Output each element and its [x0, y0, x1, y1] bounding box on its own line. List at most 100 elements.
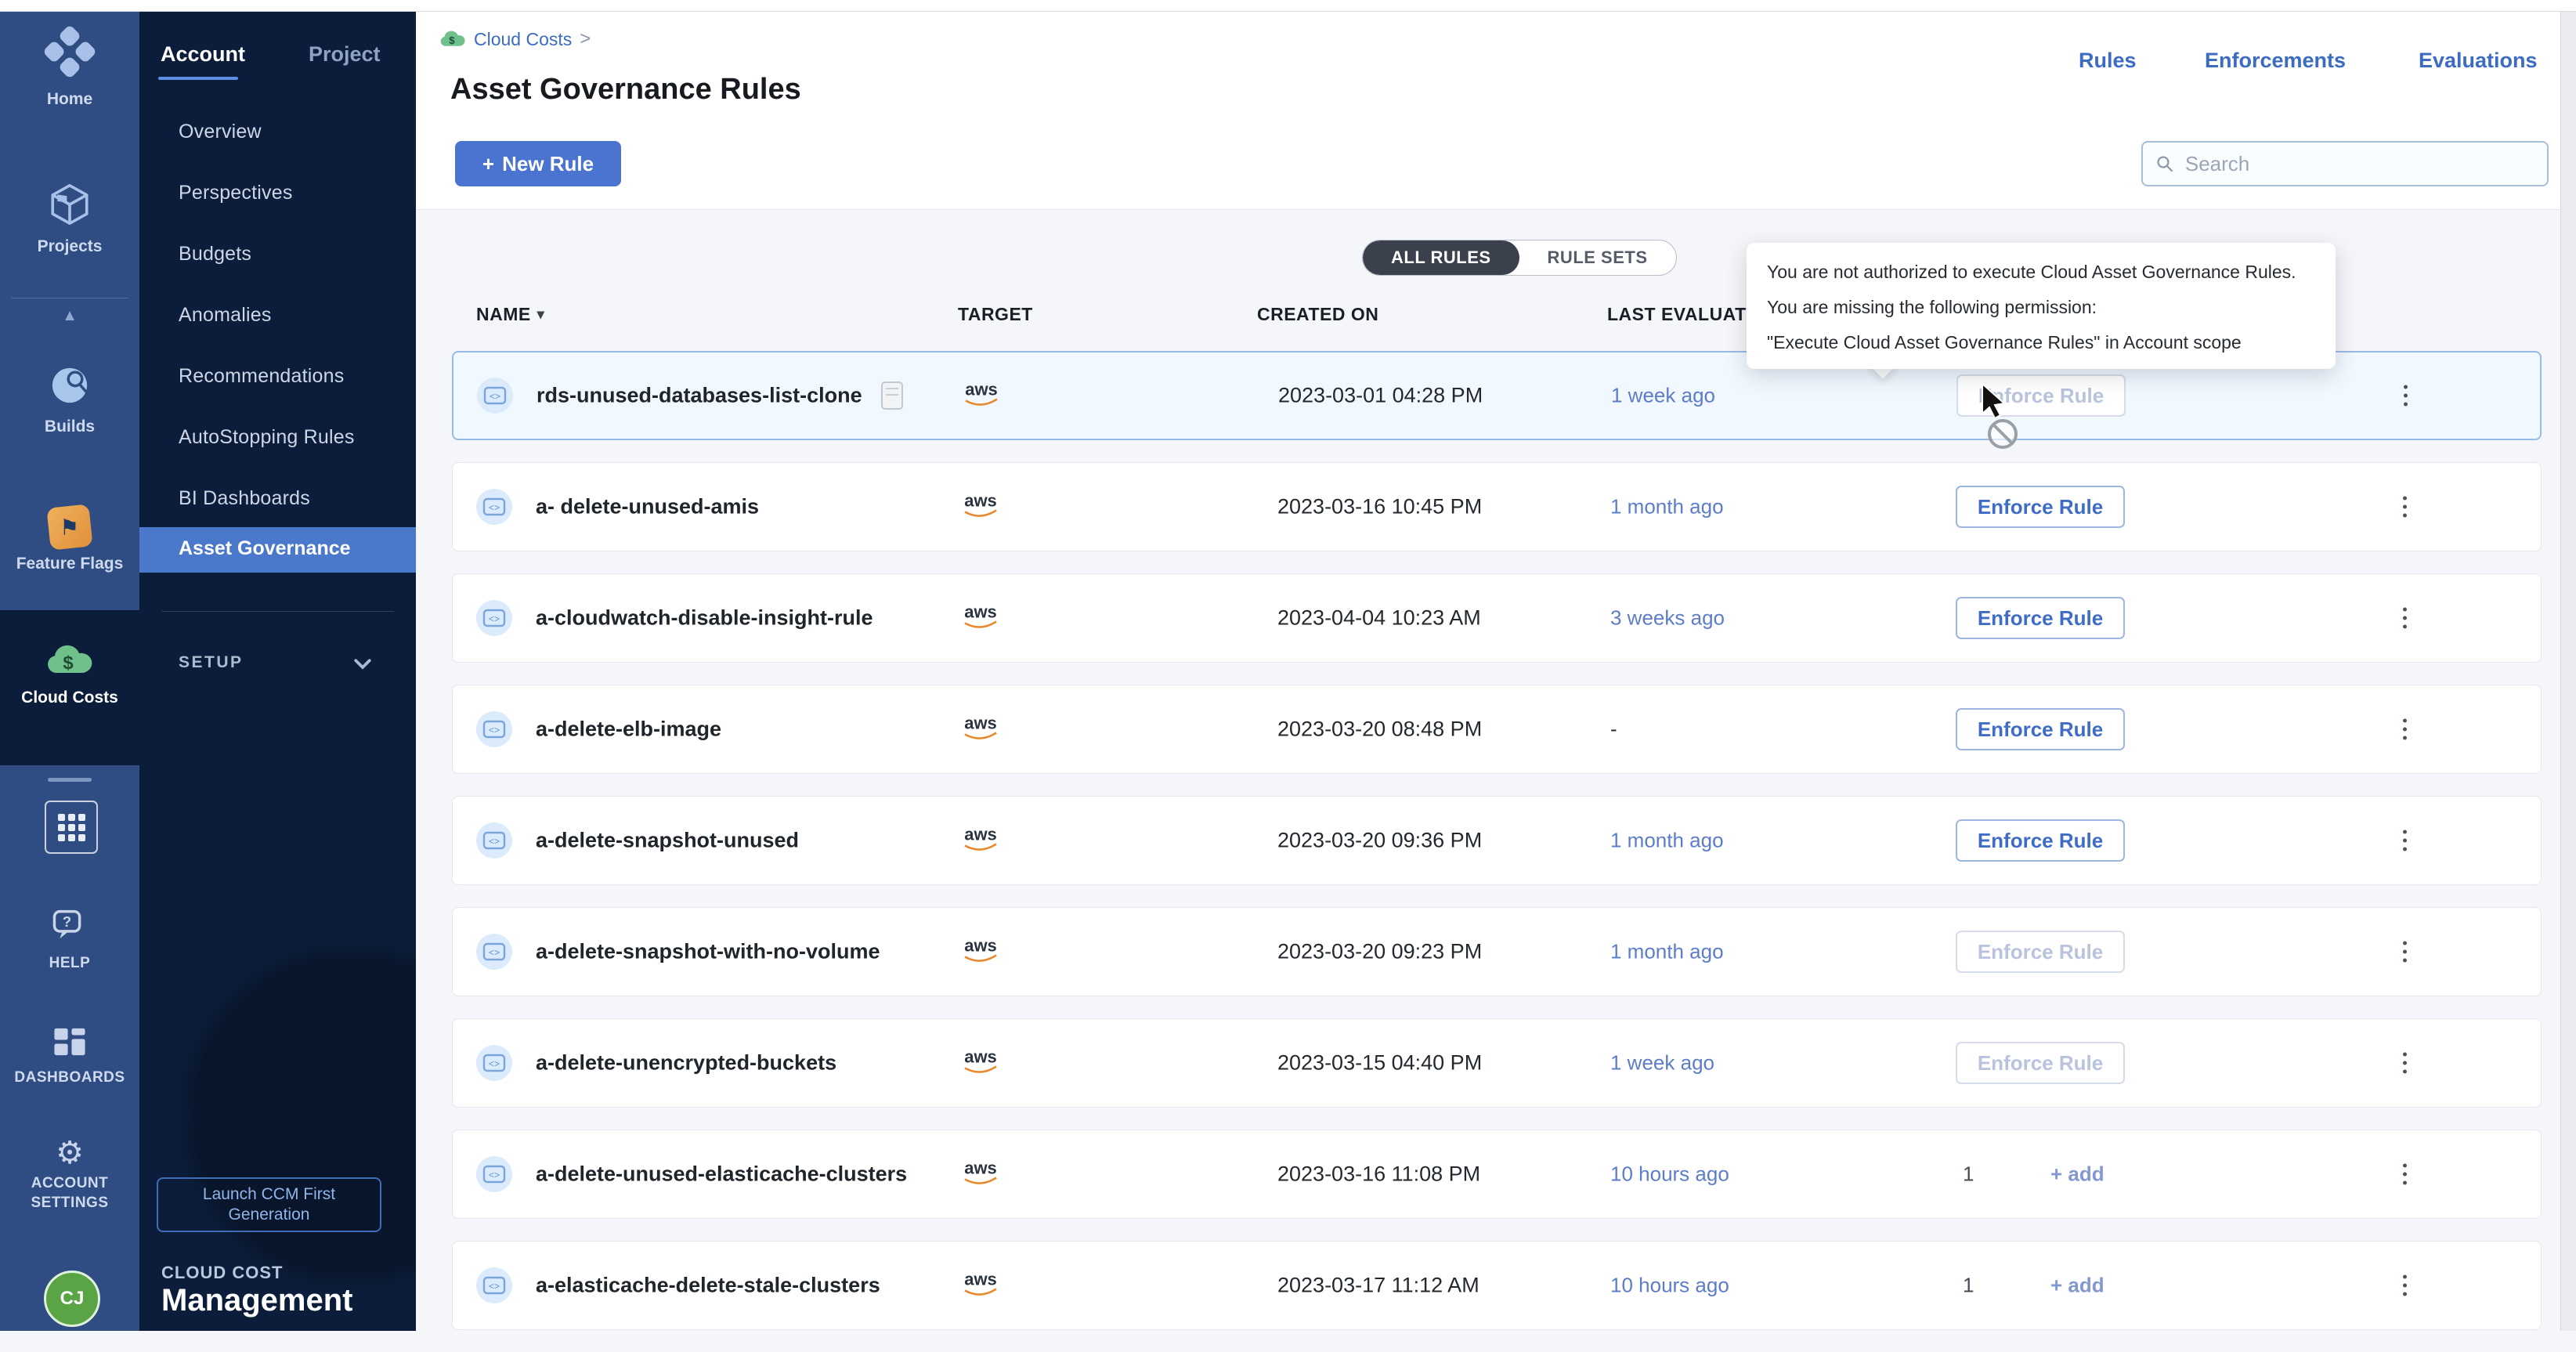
add-enforcement-link[interactable]: + add [2050, 1274, 2105, 1298]
kebab-menu[interactable] [2398, 1048, 2412, 1079]
sidebar-item-perspectives[interactable]: Perspectives [179, 182, 293, 204]
sidebar-item-projects[interactable]: Projects [0, 182, 139, 256]
kebab-menu[interactable] [2398, 1159, 2412, 1190]
sidebar-item-label: ACCOUNT SETTINGS [19, 1173, 121, 1213]
table-row[interactable]: <> a-cloudwatch-disable-insight-rule aws… [452, 573, 2542, 663]
launch-ccm-first-gen-button[interactable]: Launch CCM First Generation [157, 1177, 381, 1232]
sidebar-item-overview[interactable]: Overview [179, 121, 262, 143]
rule-name[interactable]: a-elasticache-delete-stale-clusters [536, 1274, 880, 1298]
cloud-costs-icon: $ [45, 642, 94, 678]
toggle-all-rules[interactable]: ALL RULES [1363, 240, 1519, 275]
rule-icon: <> [477, 378, 513, 414]
sidebar-item-recommendations[interactable]: Recommendations [179, 365, 344, 388]
last-evaluation[interactable]: 3 weeks ago [1610, 606, 1725, 631]
scrollbar-track[interactable] [2560, 11, 2576, 1331]
kebab-menu[interactable] [2398, 937, 2412, 967]
rule-name[interactable]: a-delete-unencrypted-buckets [536, 1051, 836, 1075]
last-evaluation[interactable]: 1 week ago [1610, 1051, 1714, 1075]
enforce-rule-button[interactable]: Enforce Rule [1956, 1042, 2125, 1084]
sidebar-item-budgets[interactable]: Budgets [179, 243, 251, 266]
aws-icon: aws [959, 601, 1003, 636]
collapse-arrow-icon[interactable]: ▲ [0, 307, 139, 325]
svg-text:<>: <> [489, 725, 500, 736]
rule-name[interactable]: a-delete-snapshot-with-no-volume [536, 940, 880, 964]
last-evaluation[interactable]: 1 month ago [1610, 940, 1724, 964]
rule-icon: <> [476, 600, 512, 636]
tab-account[interactable]: Account [161, 42, 245, 67]
table-row[interactable]: <> a-delete-unused-elasticache-clusters … [452, 1130, 2542, 1219]
table-row[interactable]: <> a-elasticache-delete-stale-clusters a… [452, 1241, 2542, 1330]
toolbar: + New Rule [416, 117, 2576, 210]
rail-drag-handle[interactable] [48, 778, 92, 782]
enforce-rule-button[interactable]: Enforce Rule [1956, 597, 2125, 639]
sidebar-item-label: HELP [0, 953, 139, 973]
enforce-rule-button[interactable]: Enforce Rule [1956, 931, 2125, 973]
table-row[interactable]: <> a-delete-unencrypted-buckets aws 2023… [452, 1018, 2542, 1108]
add-enforcement-link[interactable]: + add [2050, 1162, 2105, 1187]
sidebar-item-help[interactable]: ? HELP [0, 909, 139, 973]
sidebar-item-account-settings[interactable]: ⚙ ACCOUNT SETTINGS [0, 1137, 139, 1213]
setup-section-label[interactable]: SETUP [179, 653, 244, 672]
sidebar-item-bi-dashboards[interactable]: BI Dashboards [179, 487, 310, 510]
enforce-rule-button[interactable]: Enforce Rule [1956, 374, 2126, 417]
last-evaluation[interactable]: 10 hours ago [1610, 1162, 1729, 1187]
kebab-menu[interactable] [2398, 826, 2412, 856]
table-row[interactable]: <> a-delete-snapshot-with-no-volume aws … [452, 907, 2542, 996]
rule-name[interactable]: a-cloudwatch-disable-insight-rule [536, 606, 873, 631]
sidebar-item-label: DASHBOARDS [0, 1068, 139, 1087]
sidebar-item-anomalies[interactable]: Anomalies [179, 304, 272, 327]
created-on: 2023-03-20 09:23 PM [1277, 940, 1482, 964]
sidebar-item-builds[interactable]: Builds [0, 363, 139, 436]
svg-text:<>: <> [489, 613, 500, 624]
nav-link-evaluations[interactable]: Evaluations [2419, 49, 2538, 73]
breadcrumb-link[interactable]: Cloud Costs [474, 29, 572, 50]
rule-name[interactable]: a- delete-unused-amis [536, 495, 759, 519]
rule-name[interactable]: a-delete-unused-elasticache-clusters [536, 1162, 907, 1187]
enforce-rule-button[interactable]: Enforce Rule [1956, 486, 2125, 528]
rule-name[interactable]: a-delete-snapshot-unused [536, 829, 799, 853]
kebab-menu[interactable] [2398, 492, 2412, 522]
breadcrumb[interactable]: $ Cloud Costs > [439, 28, 591, 50]
user-avatar[interactable]: CJ [44, 1271, 100, 1327]
sidebar-watermark [171, 935, 416, 1296]
created-on: 2023-03-01 04:28 PM [1278, 384, 1483, 408]
kebab-menu[interactable] [2398, 714, 2412, 745]
kebab-menu[interactable] [2398, 603, 2412, 634]
last-evaluation[interactable]: 1 month ago [1610, 829, 1724, 853]
last-evaluation[interactable]: - [1610, 718, 1617, 742]
new-rule-button[interactable]: + New Rule [455, 141, 621, 186]
aws-icon: aws [959, 712, 1003, 747]
sidebar-item-asset-governance-label[interactable]: Asset Governance [179, 537, 351, 560]
last-evaluation[interactable]: 1 week ago [1611, 384, 1715, 408]
copy-icon[interactable] [881, 381, 903, 410]
nav-link-enforcements[interactable]: Enforcements [2205, 49, 2346, 73]
sidebar-item-feature-flags[interactable]: ⚑ Feature Flags [0, 506, 139, 573]
enforce-rule-button[interactable]: Enforce Rule [1956, 819, 2125, 862]
table-row[interactable]: <> a-delete-snapshot-unused aws 2023-03-… [452, 796, 2542, 885]
toggle-rule-sets[interactable]: RULE SETS [1519, 240, 1676, 275]
enforce-rule-button[interactable]: Enforce Rule [1956, 708, 2125, 750]
search-input[interactable] [2184, 151, 2534, 177]
sidebar-item-cloud-costs[interactable]: $ Cloud Costs [0, 642, 139, 707]
column-header-target[interactable]: TARGET [958, 304, 1033, 325]
last-evaluation[interactable]: 10 hours ago [1610, 1274, 1729, 1298]
last-evaluation[interactable]: 1 month ago [1610, 495, 1724, 519]
kebab-menu[interactable] [2399, 381, 2412, 411]
rule-name[interactable]: rds-unused-databases-list-clone [537, 384, 862, 408]
table-row[interactable]: <> a- delete-unused-amis aws 2023-03-16 … [452, 462, 2542, 551]
nav-link-rules[interactable]: Rules [2079, 49, 2137, 73]
sidebar-item-autostopping-rules[interactable]: AutoStopping Rules [179, 426, 355, 449]
search-box[interactable] [2141, 141, 2549, 186]
sidebar-item-dashboards[interactable]: DASHBOARDS [0, 1026, 139, 1087]
tab-project[interactable]: Project [309, 42, 381, 67]
module-picker-button[interactable] [45, 801, 98, 854]
table-row[interactable]: <> a-delete-elb-image aws 2023-03-20 08:… [452, 685, 2542, 774]
sidebar-item-home[interactable]: Home [0, 23, 139, 109]
kebab-menu[interactable] [2398, 1271, 2412, 1301]
chevron-down-icon[interactable] [351, 652, 374, 675]
column-header-created-on[interactable]: CREATED ON [1257, 304, 1378, 325]
rule-name[interactable]: a-delete-elb-image [536, 718, 721, 742]
svg-text:$: $ [63, 653, 74, 674]
rule-icon: <> [476, 489, 512, 525]
column-header-name[interactable]: NAME ▾ [476, 304, 544, 325]
